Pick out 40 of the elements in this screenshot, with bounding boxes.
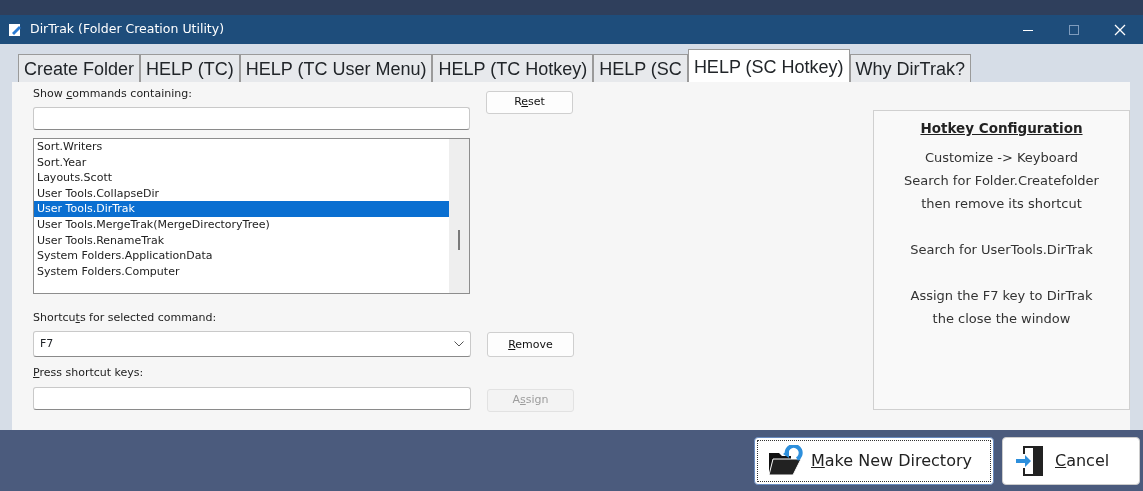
tab[interactable]: Create Folder: [18, 54, 141, 82]
filter-field[interactable]: [33, 107, 470, 130]
help-text: Customize -> Keyboard: [923, 149, 1080, 168]
help-text: Search for UserTools.DirTrak: [909, 241, 1094, 260]
help-text: then remove its shortcut: [920, 195, 1083, 214]
command-item[interactable]: Sort.Year: [34, 154, 449, 171]
command-item[interactable]: System Folders.ApplicationData: [34, 248, 449, 264]
remove-button[interactable]: Remove: [487, 332, 574, 358]
command-item[interactable]: User Tools.DirTrak: [34, 201, 449, 217]
tab[interactable]: HELP (SC Hotkey): [687, 49, 850, 82]
reset-button[interactable]: Reset: [486, 90, 573, 114]
field-label: Show commands containing:: [33, 88, 193, 100]
tab[interactable]: Why DirTrak?: [849, 54, 971, 82]
field-label: Press shortcut keys:: [33, 365, 145, 382]
shortcut-keys-field[interactable]: [33, 387, 471, 411]
command-item[interactable]: User Tools.MergeTrak(MergeDirectoryTree): [34, 216, 449, 233]
tab[interactable]: HELP (TC): [140, 54, 240, 82]
close-icon: [1114, 24, 1126, 36]
make-directory-button[interactable]: Make New Directory: [754, 437, 994, 485]
tab[interactable]: HELP (TC User Menu): [239, 54, 433, 82]
scrollbar[interactable]: [449, 139, 469, 293]
window-title: DirTrak (Folder Creation Utility): [30, 20, 225, 39]
help-text: Search for Folder.Createfolder: [903, 172, 1100, 191]
tab[interactable]: HELP (TC Hotkey): [432, 54, 594, 82]
command-item[interactable]: Sort.Writers: [34, 139, 449, 155]
command-item[interactable]: User Tools.RenameTrak: [34, 232, 449, 249]
help-heading: Hotkey Configuration: [919, 119, 1084, 138]
command-item[interactable]: Layouts.Scott: [34, 170, 449, 186]
command-item[interactable]: User Tools.CollapseDir: [34, 185, 449, 202]
field-label: Shortcuts for selected command:: [33, 310, 218, 326]
help-text: Assign the F7 key to DirTrak: [909, 287, 1094, 306]
folder-icon: [767, 445, 803, 477]
cancel-button[interactable]: Cancel: [1002, 437, 1140, 485]
maximize-icon: [1069, 25, 1079, 35]
chevron-down-icon: [454, 340, 464, 347]
shortcut-dropdown[interactable]: F7: [33, 330, 471, 357]
command-item[interactable]: System Folders.Computer: [34, 263, 449, 280]
help-text: the close the window: [931, 310, 1072, 329]
tab[interactable]: HELP (SC: [593, 54, 688, 82]
pencil-icon: [8, 22, 22, 37]
